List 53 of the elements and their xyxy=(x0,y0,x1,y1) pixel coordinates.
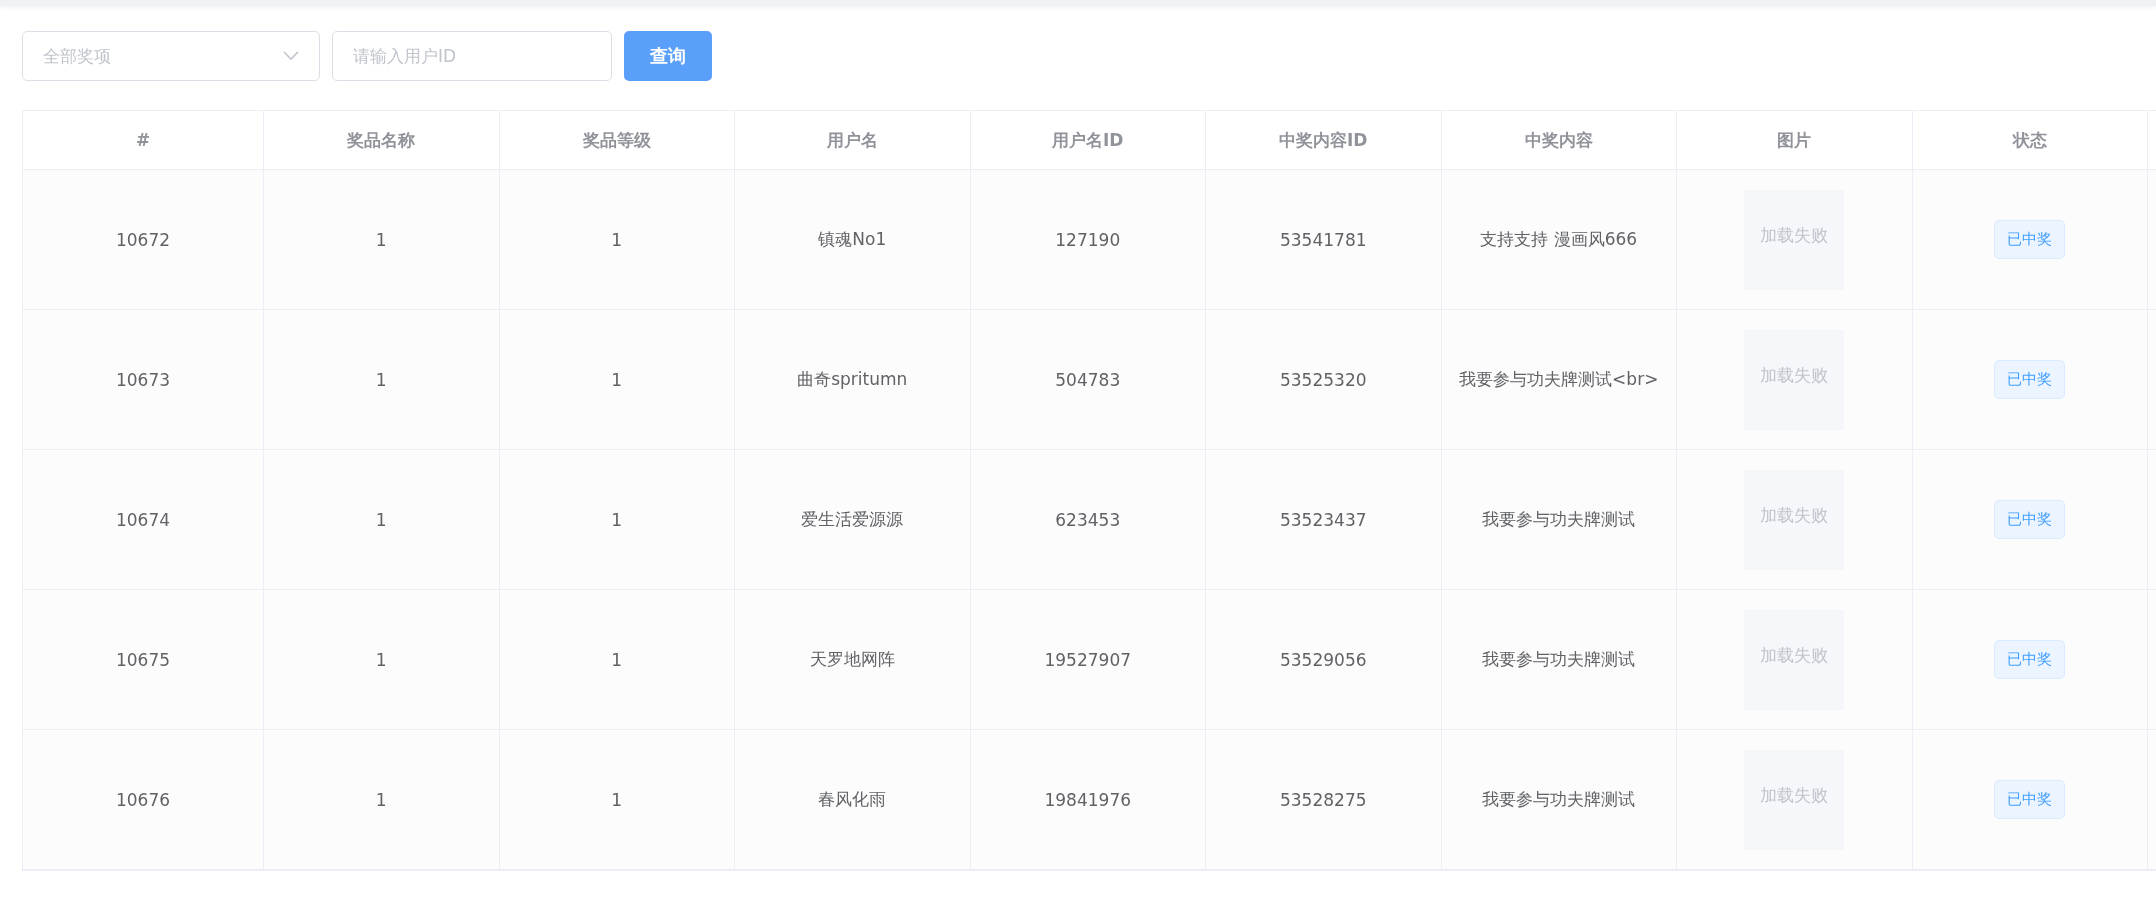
table-cell: 53525320 xyxy=(1280,369,1367,390)
table-cell: 1 xyxy=(375,369,387,390)
table-cell: 1 xyxy=(375,229,387,250)
column-header: 奖品名称 xyxy=(347,128,416,152)
table-cell: 1 xyxy=(375,789,387,810)
table-cell: 我要参与功夫牌测试<br> xyxy=(1459,368,1659,391)
table-cell: 623453 xyxy=(1055,509,1121,530)
table-cell: 我要参与功夫牌测试 xyxy=(1482,648,1636,671)
table-cell: 53541781 xyxy=(1280,229,1367,250)
status-tag: 已中奖 xyxy=(1994,780,2066,819)
table-cell: 我要参与功夫牌测试 xyxy=(1482,788,1636,811)
table-cell: 10674 xyxy=(115,509,171,530)
query-button[interactable]: 查询 xyxy=(624,31,712,81)
table-cell: 天罗地网阵 xyxy=(809,648,895,671)
table-cell: 春风化雨 xyxy=(818,788,887,811)
table-cell: 53523437 xyxy=(1280,509,1367,530)
table-cell: 10676 xyxy=(115,789,171,810)
table-cell: 1 xyxy=(375,509,387,530)
column-header: 状态 xyxy=(2012,128,2047,152)
status-tag: 已中奖 xyxy=(1994,360,2066,399)
table-cell: 1 xyxy=(611,649,623,670)
column-header: 图片 xyxy=(1777,128,1812,152)
column-header: # xyxy=(135,130,151,150)
table-cell: 127190 xyxy=(1055,229,1121,250)
table-cell: 1 xyxy=(611,789,623,810)
table-cell: 10675 xyxy=(115,649,171,670)
table-cell: 1 xyxy=(611,369,623,390)
table-cell: 支持支持 漫画风666 xyxy=(1480,228,1638,251)
column-header: 中奖内容ID xyxy=(1279,128,1368,152)
table-cell: 曲奇spritumn xyxy=(797,368,908,391)
chevron-down-icon xyxy=(283,51,299,61)
table-cell: 10672 xyxy=(115,229,171,250)
status-tag: 已中奖 xyxy=(1994,640,2066,679)
table-cell: 10673 xyxy=(115,369,171,390)
table-cell: 镇魂No1 xyxy=(818,228,887,251)
prize-select[interactable]: 全部奖项 xyxy=(22,31,320,81)
table-cell: 19527907 xyxy=(1044,649,1131,670)
table-cell: 53529056 xyxy=(1280,649,1367,670)
status-tag: 已中奖 xyxy=(1994,220,2066,259)
column-header: 中奖内容 xyxy=(1524,128,1593,152)
column-header: 奖品等级 xyxy=(582,128,651,152)
user-id-field[interactable]: 请输入用户ID xyxy=(332,31,612,81)
column-header: 用户名ID xyxy=(1052,128,1124,152)
table-cell: 19841976 xyxy=(1044,789,1131,810)
table-cell: 504783 xyxy=(1055,369,1121,390)
table-cell: 1 xyxy=(375,649,387,670)
table-cell: 我要参与功夫牌测试 xyxy=(1482,508,1636,531)
table-cell: 1 xyxy=(611,509,623,530)
status-tag: 已中奖 xyxy=(1994,500,2066,539)
column-header: 用户名 xyxy=(826,128,878,152)
table-cell: 1 xyxy=(611,229,623,250)
table-cell: 爱生活爱源源 xyxy=(801,508,904,531)
table-cell: 53528275 xyxy=(1280,789,1367,810)
